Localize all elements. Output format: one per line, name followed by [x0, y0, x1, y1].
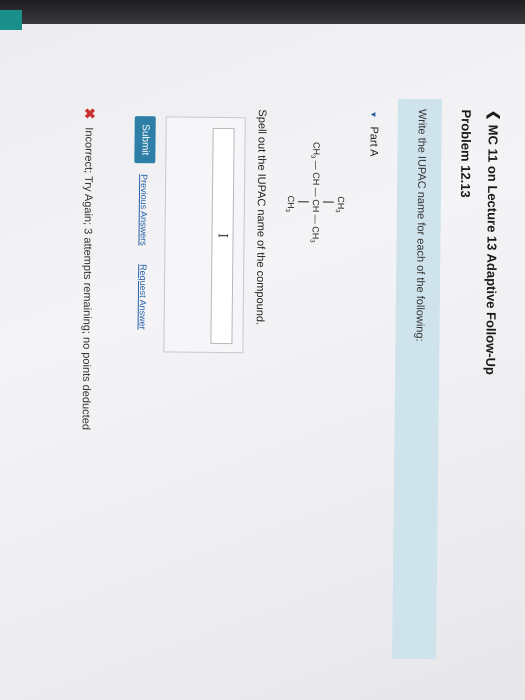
chevron-left-icon: ❮ — [486, 109, 502, 121]
question-prompt: Spell out the IUPAC name of the compound… — [253, 109, 268, 326]
part-a-toggle[interactable]: ▼ Part A — [367, 111, 379, 157]
back-link[interactable]: ❮ MC 11 on Lecture 13 Adaptive Follow-Up — [483, 110, 502, 375]
answer-area: I — [163, 116, 246, 354]
app-accent — [0, 10, 22, 30]
answer-input[interactable]: I — [210, 127, 235, 345]
request-answer-link[interactable]: Request Answer — [138, 264, 149, 330]
problem-title: Problem 12.13 — [457, 109, 474, 198]
device-bezel — [0, 0, 525, 24]
structure-main-chain: CH3 — CH — CH — CH3 — [308, 142, 321, 243]
back-link-label: MC 11 on Lecture 13 Adaptive Follow-Up — [483, 124, 502, 375]
submit-button[interactable]: Submit — [134, 116, 156, 164]
main-content: ❮ MC 11 on Lecture 13 Adaptive Follow-Up… — [0, 90, 502, 660]
incorrect-x-icon: ✖ — [81, 107, 98, 120]
caret-down-icon: ▼ — [369, 110, 379, 119]
structure-top-label: CH3 — [334, 196, 346, 213]
structure-bottom-label: CH3 — [284, 196, 296, 213]
previous-answers-link[interactable]: Previous Answers — [138, 174, 149, 246]
feedback-message: ✖ Incorrect; Try Again; 3 attempts remai… — [78, 108, 98, 431]
part-label: Part A — [367, 126, 380, 157]
feedback-text: Incorrect; Try Again; 3 attempts remaini… — [80, 127, 96, 431]
chemical-structure: CH3 CH3 — CH — CH — CH3 CH3 — [274, 138, 352, 299]
instructions-banner: Write the IUPAC name for each of the fol… — [392, 98, 442, 660]
structure-diagram: CH3 CH3 — CH — CH — CH3 CH3 — [284, 142, 346, 243]
text-cursor-icon: I — [214, 232, 230, 239]
